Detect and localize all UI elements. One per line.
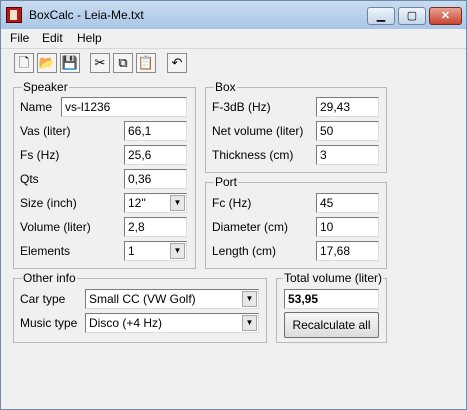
total-volume-legend: Total volume (liter) <box>283 271 384 285</box>
f3db-label: F-3dB (Hz) <box>212 100 271 114</box>
recalculate-all-button[interactable]: Recalculate all <box>284 312 379 338</box>
menu-edit[interactable]: Edit <box>42 31 63 45</box>
name-label: Name <box>20 100 53 114</box>
thickness-input[interactable]: 3 <box>316 145 379 165</box>
window-title: BoxCalc - Leia-Me.txt <box>29 8 144 22</box>
diameter-label: Diameter (cm) <box>212 220 289 234</box>
elements-label: Elements <box>20 244 71 258</box>
undo-icon: ↶ <box>171 55 183 70</box>
menu-bar: File Edit Help <box>1 29 466 47</box>
chevron-down-icon[interactable]: ▼ <box>242 315 257 331</box>
fc-label: Fc (Hz) <box>212 196 252 210</box>
toolbar: 🗋 📂 💾 ✂ ⧉ 📋 ↶ <box>1 48 466 77</box>
chevron-down-icon[interactable]: ▼ <box>170 243 185 259</box>
thickness-label: Thickness (cm) <box>212 148 294 162</box>
menu-help[interactable]: Help <box>77 31 102 45</box>
app-icon <box>6 7 22 23</box>
undo-button[interactable]: ↶ <box>167 53 187 73</box>
fc-input[interactable]: 45 <box>316 193 379 213</box>
speaker-legend: Speaker <box>22 80 69 94</box>
new-icon: 🗋 <box>18 55 30 70</box>
volume-label: Volume (liter) <box>20 220 91 234</box>
net-volume-input[interactable]: 50 <box>316 121 379 141</box>
copy-icon: ⧉ <box>118 55 128 70</box>
vas-label: Vas (liter) <box>20 124 71 138</box>
vas-input[interactable]: 66,1 <box>124 121 187 141</box>
qts-label: Qts <box>20 172 39 186</box>
fs-label: Fs (Hz) <box>20 148 60 162</box>
f3db-input[interactable]: 29,43 <box>316 97 379 117</box>
boxcalc-window: BoxCalc - Leia-Me.txt ▁ ▢ ✕ File Edit He… <box>0 0 467 410</box>
size-value: 12'' <box>128 196 146 210</box>
qts-input[interactable]: 0,36 <box>124 169 187 189</box>
length-label: Length (cm) <box>212 244 277 258</box>
volume-input[interactable]: 2,8 <box>124 217 187 237</box>
elements-select[interactable]: 1 ▼ <box>124 241 187 261</box>
music-type-value: Disco (+4 Hz) <box>89 316 163 330</box>
close-button[interactable]: ✕ <box>429 7 462 25</box>
open-folder-icon: 📂 <box>38 55 56 70</box>
menu-file[interactable]: File <box>10 31 29 45</box>
car-type-value: Small CC (VW Golf) <box>89 292 196 306</box>
total-volume-value: 53,95 <box>284 289 379 309</box>
other-info-legend: Other info <box>22 271 77 285</box>
chevron-down-icon[interactable]: ▼ <box>242 291 257 307</box>
paste-icon: 📋 <box>137 55 155 70</box>
box-legend: Box <box>214 80 237 94</box>
save-button[interactable]: 💾 <box>60 53 80 73</box>
port-legend: Port <box>214 175 239 189</box>
music-type-select[interactable]: Disco (+4 Hz) ▼ <box>85 313 259 333</box>
net-volume-label: Net volume (liter) <box>212 124 304 138</box>
length-input[interactable]: 17,68 <box>316 241 379 261</box>
new-file-button[interactable]: 🗋 <box>14 53 34 73</box>
size-select[interactable]: 12'' ▼ <box>124 193 187 213</box>
fs-input[interactable]: 25,6 <box>124 145 187 165</box>
car-type-select[interactable]: Small CC (VW Golf) ▼ <box>85 289 259 309</box>
name-input[interactable]: vs-l1236 <box>61 97 187 117</box>
car-type-label: Car type <box>20 292 66 306</box>
copy-button[interactable]: ⧉ <box>113 53 133 73</box>
open-button[interactable]: 📂 <box>37 53 57 73</box>
paste-button[interactable]: 📋 <box>136 53 156 73</box>
diameter-input[interactable]: 10 <box>316 217 379 237</box>
chevron-down-icon[interactable]: ▼ <box>170 195 185 211</box>
cut-icon: ✂ <box>94 55 106 70</box>
save-icon: 💾 <box>61 55 79 70</box>
music-type-label: Music type <box>20 316 78 330</box>
other-info-group: Other info <box>13 271 267 343</box>
minimize-button[interactable]: ▁ <box>367 7 395 25</box>
title-bar[interactable]: BoxCalc - Leia-Me.txt ▁ ▢ ✕ <box>1 1 466 29</box>
size-label: Size (inch) <box>20 196 77 210</box>
cut-button[interactable]: ✂ <box>90 53 110 73</box>
elements-value: 1 <box>128 244 135 258</box>
maximize-button[interactable]: ▢ <box>398 7 426 25</box>
